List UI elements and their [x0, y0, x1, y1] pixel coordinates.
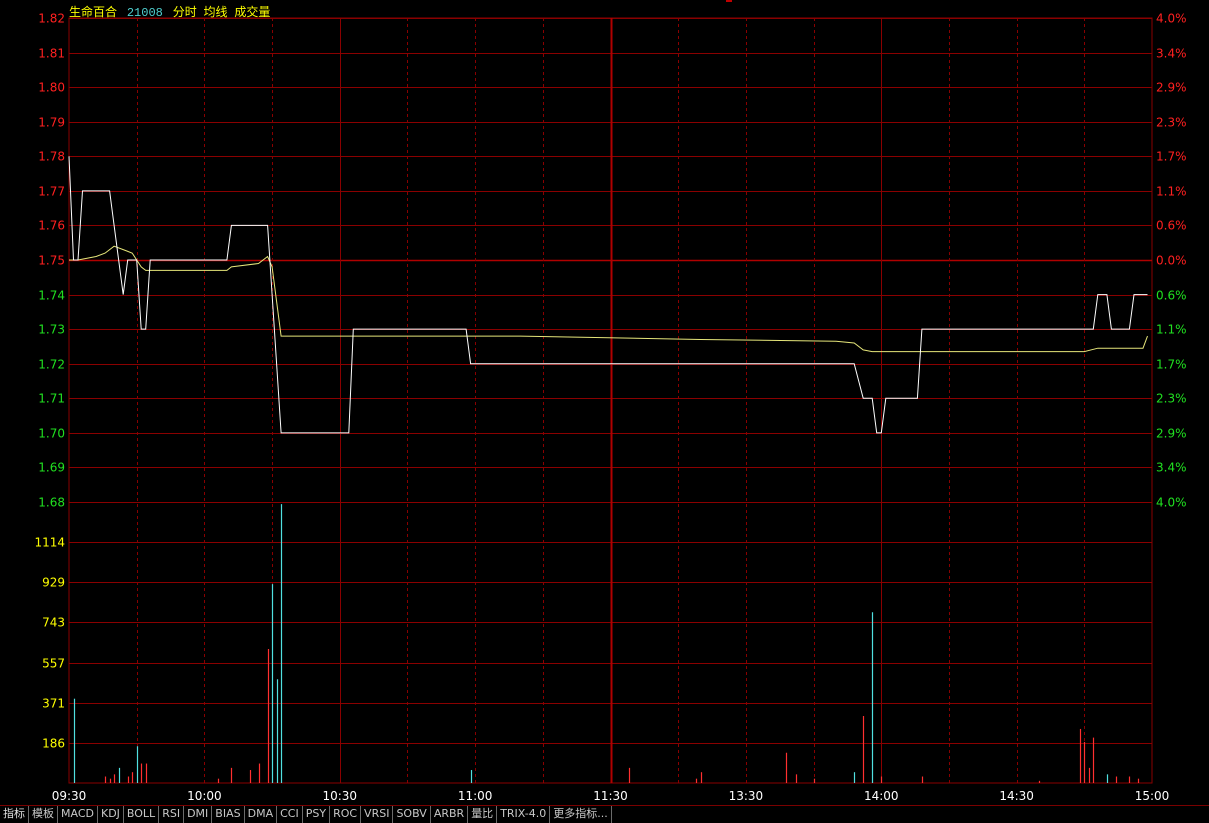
price-tick-label: 1.79 [38, 116, 65, 130]
price-tick-label: 1.73 [38, 323, 65, 337]
indicator-tab-bar: 指标 模板 MACD KDJ BOLL RSI DMI BIAS DMA CCI PSY ROC VRS… [0, 805, 1209, 823]
pct-tick-label: 0.6% [1156, 289, 1187, 303]
volume-tick-label: 743 [42, 616, 65, 630]
price-tick-label: 1.75 [38, 254, 65, 268]
indicator-tab-16[interactable]: TRIX-4.0 [497, 806, 551, 823]
volume-tick-label: 929 [42, 576, 65, 590]
time-tick-label: 11:00 [458, 789, 493, 803]
price-tick-label: 1.70 [38, 427, 65, 441]
price-tick-label: 1.78 [38, 150, 65, 164]
price-tick-label: 1.71 [38, 392, 65, 406]
pct-tick-label: 2.9% [1156, 427, 1187, 441]
price-tick-label: 1.82 [38, 12, 65, 26]
time-tick-label: 13:30 [729, 789, 764, 803]
pct-tick-label: 1.7% [1156, 150, 1187, 164]
chart-grid [68, 17, 1153, 784]
time-tick-label: 15:00 [1135, 789, 1170, 803]
volume-tick-label: 371 [42, 697, 65, 711]
price-tick-label: 1.76 [38, 219, 65, 233]
time-tick-label: 14:30 [999, 789, 1034, 803]
indicator-tab-12[interactable]: VRSI [361, 806, 394, 823]
top-marker [726, 0, 732, 2]
indicator-tab-3[interactable]: KDJ [98, 806, 124, 823]
price-tick-label: 1.77 [38, 185, 65, 199]
chart-mode-label: 分时 [172, 5, 197, 19]
pct-tick-label: 0.6% [1156, 219, 1187, 233]
volume-tick-label: 557 [42, 657, 65, 671]
pct-tick-label: 2.3% [1156, 392, 1187, 406]
pct-tick-label: 1.7% [1156, 358, 1187, 372]
pct-tick-label: 4.0% [1156, 496, 1187, 510]
indicator-tab-8[interactable]: DMA [245, 806, 278, 823]
pct-tick-label: 3.4% [1156, 461, 1187, 475]
time-tick-label: 14:00 [864, 789, 899, 803]
indicator-tab-6[interactable]: DMI [184, 806, 213, 823]
indicator-tab-4[interactable]: BOLL [124, 806, 160, 823]
indicator-tab-14[interactable]: ARBR [431, 806, 469, 823]
indicator-tab-7[interactable]: BIAS [212, 806, 245, 823]
price-tick-label: 1.74 [38, 289, 65, 303]
volume-tick-label: 186 [42, 737, 65, 751]
time-tick-label: 11:30 [593, 789, 628, 803]
price-tick-label: 1.68 [38, 496, 65, 510]
avg-line-label: 均线 [203, 5, 228, 19]
chart-header: 生命百合 21008 分时 均线 成交量 [69, 3, 276, 20]
indicator-tab-11[interactable]: ROC [330, 806, 362, 823]
indicator-tab-13[interactable]: SOBV [393, 806, 431, 823]
pct-tick-label: 1.1% [1156, 323, 1187, 337]
indicator-tab-1[interactable]: 模板 [29, 806, 58, 823]
indicator-tab-9[interactable]: CCI [277, 806, 303, 823]
price-line [68, 156, 1148, 434]
volume-label: 成交量 [234, 5, 271, 19]
indicator-tab-10[interactable]: PSY [303, 806, 331, 823]
stock-name: 生命百合 [69, 5, 118, 19]
price-tick-label: 1.80 [38, 81, 65, 95]
axis-labels: 1.82 4.0% 1.81 3.4% 1.80 2.9% 1.79 2.3% 1.78 1.7%… [34, 12, 1186, 804]
price-tick-label: 1.69 [38, 461, 65, 475]
pct-tick-label: 0.0% [1156, 254, 1187, 268]
avg-price-line [69, 245, 1148, 353]
indicator-tab-2[interactable]: MACD [58, 806, 98, 823]
price-lines [68, 156, 1148, 434]
pct-tick-label: 2.9% [1156, 81, 1187, 95]
pct-tick-label: 4.0% [1156, 12, 1187, 26]
volume-tick-label: 1114 [34, 536, 65, 550]
indicator-tab-15[interactable]: 量比 [468, 806, 498, 823]
pct-tick-label: 1.1% [1156, 185, 1187, 199]
time-tick-label: 09:30 [52, 789, 87, 803]
indicator-tab-5[interactable]: RSI [159, 806, 185, 823]
time-tick-label: 10:30 [322, 789, 357, 803]
price-tick-label: 1.72 [38, 358, 65, 372]
indicator-tab-17[interactable]: 更多指标... [550, 806, 612, 823]
stock-code: 21008 [126, 6, 163, 20]
pct-tick-label: 3.4% [1156, 47, 1187, 61]
price-tick-label: 1.81 [38, 47, 65, 61]
indicator-tab-0[interactable]: 指标 [0, 806, 29, 823]
pct-tick-label: 2.3% [1156, 116, 1187, 130]
volume-bars [73, 504, 1140, 783]
intraday-chart[interactable]: 1.82 4.0% 1.81 3.4% 1.80 2.9% 1.79 2.3% 1.78 1.7%… [0, 0, 1209, 805]
time-tick-label: 10:00 [187, 789, 222, 803]
